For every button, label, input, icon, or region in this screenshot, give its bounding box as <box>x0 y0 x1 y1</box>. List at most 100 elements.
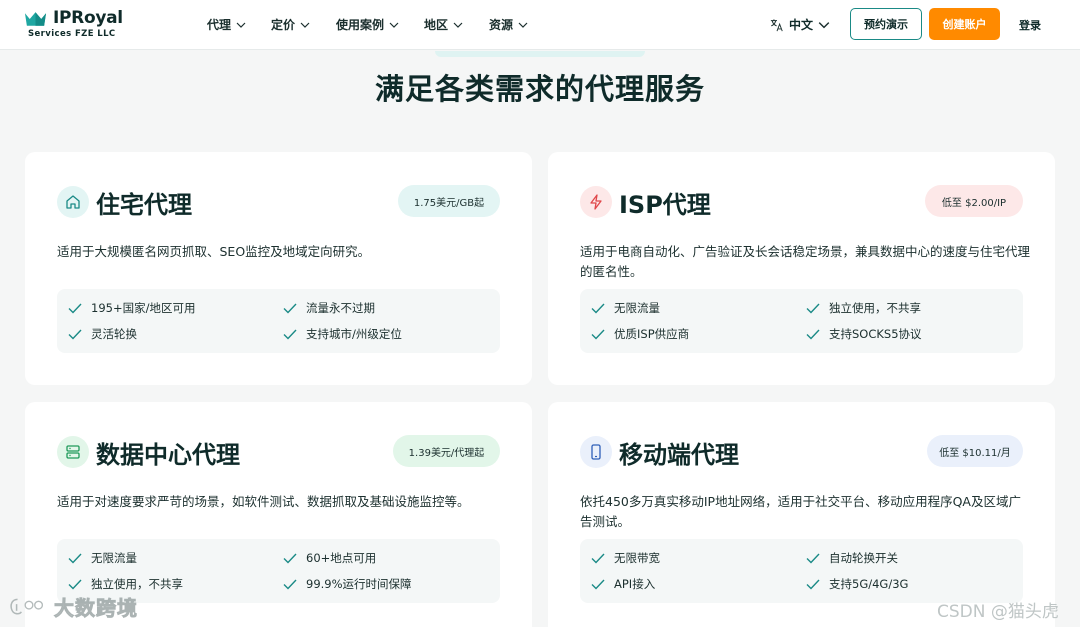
lightning-icon <box>590 194 602 210</box>
card-title: 移动端代理 <box>619 441 739 469</box>
language-selector[interactable]: 中文 <box>770 16 830 33</box>
feature-label: 无限流量 <box>614 301 660 315</box>
price-badge: 1.75美元/GB起 <box>398 185 500 217</box>
card-isp-proxy[interactable]: ISP代理 低至 $2.00/IP 适用于电商自动化、广告验证及长会话稳定场景，… <box>548 152 1055 385</box>
server-icon-badge <box>57 436 89 468</box>
feature-label: 支持城市/州级定位 <box>306 327 402 341</box>
lightning-icon-badge <box>580 186 612 218</box>
price-badge: 低至 $10.11/月 <box>927 435 1023 467</box>
nav-item-pricing[interactable]: 定价 <box>271 16 310 33</box>
card-mobile-proxy[interactable]: 移动端代理 低至 $10.11/月 依托450多万真实移动IP地址网络，适用于社… <box>548 402 1055 627</box>
check-icon <box>806 303 820 314</box>
feature-item: API接入 <box>590 576 655 592</box>
feature-item: 灵活轮换 <box>67 326 137 342</box>
card-description: 适用于大规模匿名网页抓取、SEO监控及地域定向研究。 <box>57 244 371 259</box>
check-icon <box>283 579 297 590</box>
check-icon <box>68 329 82 340</box>
feature-label: 优质ISP供应商 <box>614 327 690 341</box>
feature-label: 独立使用，不共享 <box>829 301 921 315</box>
feature-item: 无限带宽 <box>590 550 660 566</box>
check-icon <box>591 579 605 590</box>
mobile-icon-badge <box>580 436 612 468</box>
page-title: 满足各类需求的代理服务 <box>374 72 705 106</box>
feature-item: 无限流量 <box>67 550 137 566</box>
check-icon <box>806 579 820 590</box>
book-demo-button[interactable]: 预约演示 <box>850 8 922 40</box>
feature-label: 支持5G/4G/3G <box>829 577 909 591</box>
feature-item: 独立使用，不共享 <box>805 300 921 316</box>
feature-list: 无限带宽 自动轮换开关 API接入 支持5G/4G/3G <box>580 539 1023 603</box>
feature-item: 支持SOCKS5协议 <box>805 326 922 342</box>
login-link[interactable]: 登录 <box>1019 17 1041 33</box>
feature-label: 独立使用，不共享 <box>91 577 183 591</box>
check-icon <box>283 303 297 314</box>
chevron-down-icon <box>389 22 399 28</box>
card-description: 适用于电商自动化、广告验证及长会话稳定场景，兼具数据中心的速度与住宅代理的匿名性… <box>580 244 1031 279</box>
feature-item: 自动轮换开关 <box>805 550 898 566</box>
watermark-right: CSDN @猫头虎 <box>937 602 1059 622</box>
price-badge: 1.39美元/代理起 <box>393 435 500 467</box>
logo-subtitle: Services FZE LLC <box>28 29 116 39</box>
card-residential-proxy[interactable]: 住宅代理 1.75美元/GB起 适用于大规模匿名网页抓取、SEO监控及地域定向研… <box>25 152 532 385</box>
check-icon <box>591 303 605 314</box>
nav-item-label: 使用案例 <box>336 18 385 32</box>
feature-label: 流量永不过期 <box>306 301 375 315</box>
feature-label: 195+国家/地区可用 <box>91 301 196 315</box>
nav-item-label: 地区 <box>424 18 449 32</box>
check-icon <box>591 553 605 564</box>
feature-label: 60+地点可用 <box>306 551 377 565</box>
home-icon <box>66 195 80 209</box>
feature-label: API接入 <box>614 577 656 591</box>
feature-list: 无限流量 独立使用，不共享 优质ISP供应商 支持SOCKS5协议 <box>580 289 1023 353</box>
check-icon <box>283 329 297 340</box>
nav-item-use-cases[interactable]: 使用案例 <box>336 16 399 33</box>
card-title: ISP代理 <box>619 191 711 219</box>
nav-item-label: 代理 <box>207 18 232 32</box>
create-account-button[interactable]: 创建账户 <box>929 8 1000 40</box>
logo-brand: IPRoyal <box>53 8 123 28</box>
translate-icon <box>770 18 783 31</box>
nav-item-resources[interactable]: 资源 <box>489 16 528 33</box>
mobile-icon <box>591 444 601 460</box>
watermark-text-left: 大数跨境 <box>54 596 138 621</box>
check-icon <box>68 553 82 564</box>
feature-item: 无限流量 <box>590 300 660 316</box>
nav-item-label: 资源 <box>489 18 514 32</box>
check-icon <box>68 579 82 590</box>
watermark-left: 大数跨境 <box>8 592 138 621</box>
price-badge: 低至 $2.00/IP <box>925 185 1023 217</box>
language-label: 中文 <box>789 18 814 32</box>
card-description: 依托450多万真实移动IP地址网络，适用于社交平台、移动应用程序QA及区域广告测… <box>580 494 1021 529</box>
crown-icon <box>24 12 47 26</box>
nav-item-proxies[interactable]: 代理 <box>207 16 246 33</box>
feature-label: 支持SOCKS5协议 <box>829 327 922 341</box>
check-icon <box>68 303 82 314</box>
feature-list: 195+国家/地区可用 流量永不过期 灵活轮换 支持城市/州级定位 <box>57 289 500 353</box>
top-nav-bar: IPRoyal Services FZE LLC 代理 定价 使用案例 地区 资… <box>0 0 1080 50</box>
feature-item: 支持城市/州级定位 <box>282 326 402 342</box>
feature-item: 195+国家/地区可用 <box>67 300 195 316</box>
chevron-down-icon <box>453 22 463 28</box>
feature-label: 灵活轮换 <box>91 327 137 341</box>
check-icon <box>806 553 820 564</box>
check-icon <box>806 329 820 340</box>
feature-item: 60+地点可用 <box>282 550 376 566</box>
watermark-logo-icon <box>10 598 44 614</box>
card-title: 数据中心代理 <box>96 441 240 469</box>
home-icon-badge <box>57 186 89 218</box>
nav-item-regions[interactable]: 地区 <box>424 16 463 33</box>
card-description: 适用于对速度要求严苛的场景，如软件测试、数据抓取及基础设施监控等。 <box>57 494 470 509</box>
server-icon <box>66 445 80 459</box>
chevron-down-icon <box>818 21 830 28</box>
feature-label: 无限带宽 <box>614 551 660 565</box>
feature-item: 独立使用，不共享 <box>67 576 183 592</box>
feature-item: 流量永不过期 <box>282 300 375 316</box>
feature-label: 99.9%运行时间保障 <box>306 577 412 591</box>
card-title: 住宅代理 <box>96 191 192 219</box>
chevron-down-icon <box>236 22 246 28</box>
feature-label: 自动轮换开关 <box>829 551 898 565</box>
feature-item: 99.9%运行时间保障 <box>282 576 412 592</box>
chevron-down-icon <box>300 22 310 28</box>
feature-item: 优质ISP供应商 <box>590 326 689 342</box>
check-icon <box>283 553 297 564</box>
